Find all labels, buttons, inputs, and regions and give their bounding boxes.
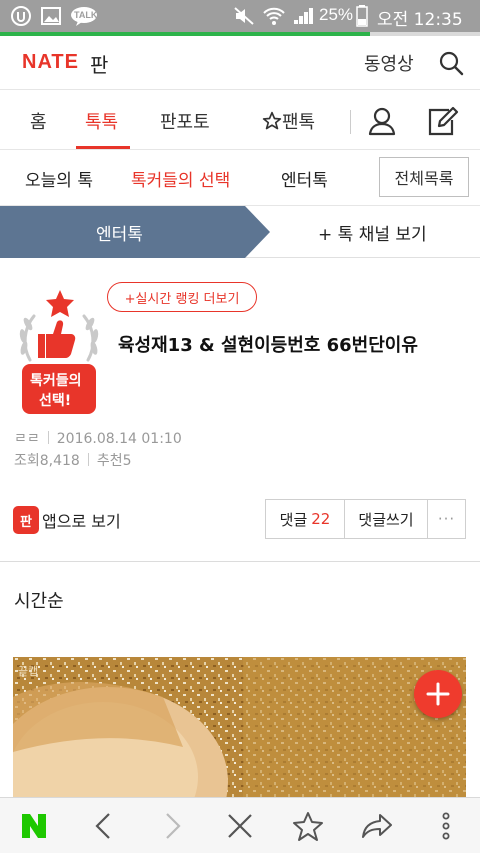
battery-percent: 25% [319,5,354,24]
realtime-ranking-button[interactable]: +실시간 랭킹 더보기 [107,282,257,312]
article-image[interactable]: 끝캡 [13,657,466,797]
all-list-button[interactable]: 전체목록 [379,157,469,197]
section-divider [0,561,480,562]
video-link[interactable]: 동영상 [364,50,414,76]
article-author: ㄹㄹ [14,431,40,447]
article-meta-stats: 조회8,418 추천5 [14,450,132,470]
channel-more-button[interactable]: + 톡 채널 보기 [318,220,427,245]
subtab-today[interactable]: 오늘의 톡 [25,166,93,191]
nav-divider [350,110,351,134]
channel-current-label: 엔터톡 [96,225,143,245]
pan-logo[interactable]: 판 [90,49,108,78]
browser-bottom-bar [0,797,480,853]
article-meta-author-date: ㄹㄹ 2016.08.14 01:10 [14,428,182,448]
clock: 오전 12:35 [377,10,463,30]
back-icon[interactable] [88,810,120,842]
forward-icon[interactable] [156,810,188,842]
write-icon[interactable] [427,106,459,136]
close-icon[interactable] [224,810,256,842]
subtab-entertalk[interactable]: 엔터톡 [281,166,328,191]
star-icon [262,111,282,130]
image-icon [40,6,62,26]
bookmark-icon[interactable] [292,810,324,842]
tab-home[interactable]: 홈 [30,108,47,134]
badge-star [46,290,74,317]
write-comment-button[interactable]: 댓글쓰기 [344,499,428,539]
wifi-icon [262,6,286,26]
tab-panphoto[interactable]: 판포토 [160,108,210,134]
share-icon[interactable] [360,810,392,842]
naver-icon[interactable] [18,810,50,842]
image-watermark: 끝캡 [18,665,39,678]
user-icon[interactable] [367,106,397,136]
talk-icon: TALK [70,6,98,26]
talkers-choice-badge: 톡커들의 선택! [12,286,106,418]
menu-icon[interactable] [430,810,462,842]
plus-icon [426,682,450,706]
subtab-talkers-choice[interactable]: 톡커들의 선택 [131,166,230,191]
mute-icon [232,6,256,26]
status-bar: TALK 25% 오전 12:35 [0,0,480,32]
search-icon[interactable] [438,50,464,76]
more-options-button[interactable]: ··· [427,499,466,539]
pan-app-icon[interactable]: 판 [13,506,39,534]
talk-label: TALK [74,10,98,20]
add-fab-button[interactable] [414,670,462,718]
header: NATE 판 동영상 [0,36,480,90]
article-views: 조회8,418 [14,453,80,469]
badge-text-1: 톡커들의 [30,373,82,389]
article-recommends: 추천5 [96,453,132,469]
sort-order-label[interactable]: 시간순 [14,587,64,613]
article-title: 육성재13 & 설현이등번호 66번단이유 [118,335,418,356]
badge-text-2: 선택! [39,393,72,409]
open-in-app-link[interactable]: 앱으로 보기 [42,508,121,532]
comments-button[interactable]: 댓글 22 [265,499,345,539]
u-icon [10,6,32,26]
comments-label: 댓글 [279,510,308,529]
article-date: 2016.08.14 01:10 [56,431,182,447]
signal-icon [292,6,314,26]
tab-fantok[interactable]: 팬톡 [262,108,315,134]
sub-nav: 오늘의 톡 톡커들의 선택 엔터톡 전체목록 [0,150,480,206]
comments-count: 22 [311,510,331,528]
battery-icon [355,5,369,27]
active-tab-indicator [76,146,130,149]
channel-bar: 엔터톡 + 톡 채널 보기 [0,206,480,258]
main-nav: 홈 톡톡 판포토 팬톡 [0,90,480,150]
tab-fantok-label: 팬톡 [282,112,316,133]
nate-logo[interactable]: NATE [22,51,79,74]
tab-toktok[interactable]: 톡톡 [85,108,118,134]
